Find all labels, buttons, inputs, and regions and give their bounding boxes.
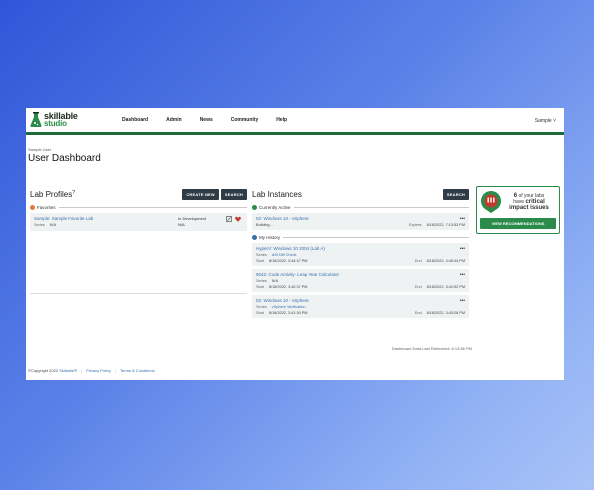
status-value: N/A — [178, 222, 185, 227]
edit-icon[interactable] — [226, 216, 232, 222]
create-new-button[interactable]: CREATE NEW — [182, 188, 219, 200]
flask-icon — [30, 112, 42, 127]
expires-value: 8/18/2022, 7:13:53 PM — [426, 223, 465, 227]
favorites-label: Favorites — [37, 205, 56, 210]
lab-instances-panel: Lab Instances SEARCH Currently Active 02… — [252, 187, 469, 318]
user-menu[interactable]: Sample ˅ — [535, 118, 556, 124]
page-header: Sample User User Dashboard — [26, 135, 564, 164]
history-card: 02: Windows 10 - vSphere Series vSphere V… — [252, 295, 469, 318]
refresh-timestamp: Dashboard Data Last Refreshed: 6:13:56 P… — [391, 346, 472, 351]
instances-search-button[interactable]: SEARCH — [442, 188, 469, 200]
nav-help[interactable]: Help — [276, 117, 287, 123]
privacy-policy-link[interactable]: Privacy Policy — [86, 368, 111, 373]
nav-admin[interactable]: Admin — [166, 117, 182, 123]
footer: ©Copyright 2022 Skillable® | Privacy Pol… — [28, 368, 155, 373]
clock-icon — [252, 235, 257, 240]
history-link[interactable]: HyperV: Windows 10 2004 (Lab A) — [256, 246, 465, 251]
star-icon — [30, 205, 35, 210]
nav-dashboard[interactable]: Dashboard — [122, 117, 148, 123]
more-icon[interactable]: ••• — [460, 298, 465, 304]
main-nav: Dashboard Admin News Community Help — [122, 117, 305, 123]
history-link[interactable]: 02: Windows 10 - vSphere — [256, 298, 465, 303]
instance-status: Building... — [256, 223, 273, 227]
favorite-lab-link[interactable]: Sample: Sample Favorite Lab — [34, 216, 178, 221]
history-card: 9042: Code Activity- Leap Year Calculato… — [252, 269, 469, 292]
currently-active-label: Currently Active — [252, 205, 469, 210]
more-icon[interactable]: ••• — [460, 246, 465, 252]
app-window: skillable studio Dashboard Admin News Co… — [26, 108, 564, 380]
history-card: HyperV: Windows 10 2004 (Lab A) Series A/… — [252, 243, 469, 266]
nav-community[interactable]: Community — [231, 117, 259, 123]
more-icon[interactable]: ••• — [460, 216, 465, 222]
history-link[interactable]: 9042: Code Activity- Leap Year Calculato… — [256, 272, 465, 277]
skillable-studio-logo[interactable]: skillable studio — [30, 112, 114, 128]
expires-key: Expires — [408, 223, 422, 227]
page-title: User Dashboard — [28, 153, 101, 164]
logo-line-2: studio — [44, 119, 67, 128]
more-icon[interactable]: ••• — [460, 272, 465, 278]
skillable-link[interactable]: Skillable® — [59, 368, 77, 373]
active-instance-card: 02: Windows 10 - vSphere Building... Expi… — [252, 213, 469, 230]
recommendations-text: 6 of your labs have critical impact issu… — [509, 193, 549, 211]
top-navigation-bar: skillable studio Dashboard Admin News Co… — [26, 108, 564, 135]
series-key: Series — [34, 223, 45, 227]
lab-profiles-panel: Lab Profiles? CREATE NEW SEARCH Favorite… — [30, 187, 247, 294]
my-history-label: My History — [252, 235, 469, 240]
user-name-label: Sample User — [28, 147, 52, 152]
active-instance-link[interactable]: 02: Windows 10 - vSphere — [256, 216, 465, 221]
terms-link[interactable]: Terms & Conditions — [120, 368, 155, 373]
lab-profiles-title: Lab Profiles? — [30, 189, 76, 199]
copyright-text: ©Copyright 2022 — [28, 368, 60, 373]
series-value: N/A — [49, 223, 57, 227]
view-recommendations-button[interactable]: VIEW RECOMMENDATIONS — [480, 218, 556, 229]
favorite-lab-card: Sample: Sample Favorite Lab Series N/A In… — [30, 213, 247, 231]
help-icon[interactable]: ? — [72, 190, 75, 196]
favorites-section-label: Favorites — [30, 205, 247, 210]
nav-news[interactable]: News — [200, 117, 213, 123]
recommendations-box: 6 of your labs have critical impact issu… — [476, 186, 560, 234]
alert-badge-icon — [481, 191, 501, 213]
heart-icon[interactable] — [235, 216, 241, 222]
lab-instances-title: Lab Instances — [252, 189, 302, 199]
check-icon — [252, 205, 257, 210]
profiles-search-button[interactable]: SEARCH — [220, 188, 247, 200]
